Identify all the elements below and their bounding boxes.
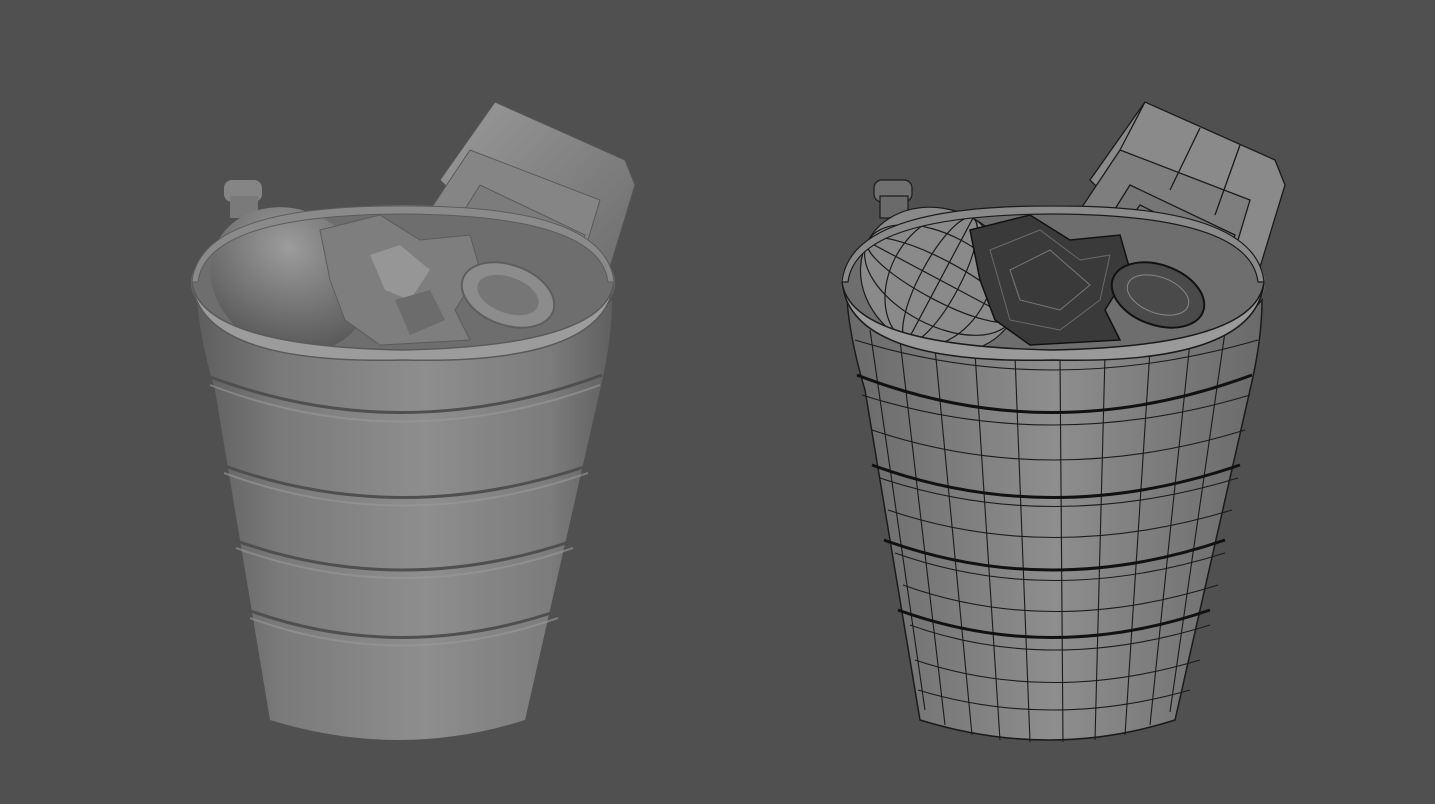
wireframe-trash-bin-model[interactable] [0,0,1435,804]
bin-body-wire [846,297,1263,741]
3d-viewport[interactable] [0,0,1435,804]
